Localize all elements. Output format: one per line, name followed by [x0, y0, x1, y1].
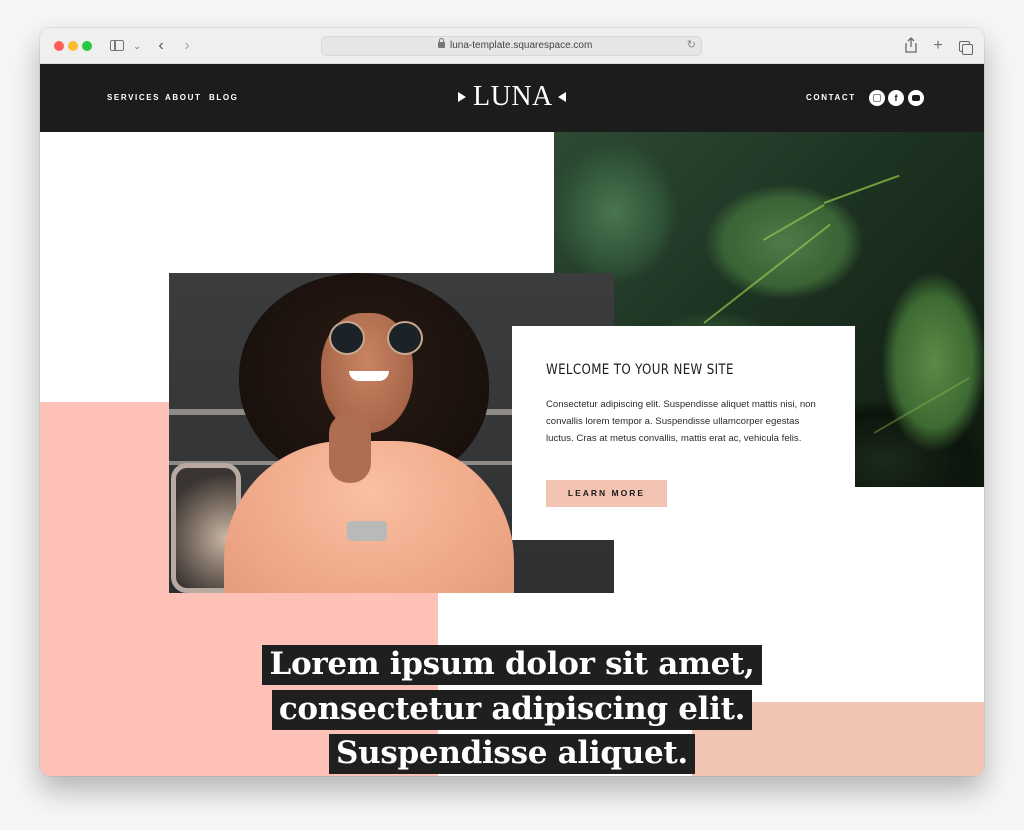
sidebar-icon[interactable] [110, 40, 124, 51]
nav-about[interactable]: ABOUT [165, 93, 201, 102]
headline-line-text: Lorem ipsum dolor sit amet, [262, 645, 762, 685]
sunglasses-lens-right [387, 321, 423, 355]
smile-shape [349, 371, 389, 381]
minimize-window-button[interactable] [68, 41, 78, 51]
close-window-button[interactable] [54, 41, 64, 51]
tab-overview-icon[interactable] [958, 36, 973, 56]
learn-more-button[interactable]: LEARN MORE [546, 480, 667, 507]
site-header: SERVICES ABOUT BLOG LUNA CONTACT f [40, 64, 984, 132]
welcome-body: Consectetur adipiscing elit. Suspendisse… [546, 399, 816, 444]
facebook-icon[interactable]: f [888, 90, 904, 106]
zoom-window-button[interactable] [82, 41, 92, 51]
hand-shape [329, 413, 371, 483]
nav-services[interactable]: SERVICES [107, 93, 160, 102]
wristwatch-shape [347, 521, 387, 541]
headline-line: Suspendisse aliquet. [40, 731, 984, 776]
headline-line: Lorem ipsum dolor sit amet, [40, 642, 984, 687]
site-logo[interactable]: LUNA [473, 81, 553, 113]
nav-contact[interactable]: CONTACT [806, 93, 856, 102]
chevron-down-icon[interactable]: ⌄ [132, 36, 142, 56]
leaf-vein [823, 174, 900, 204]
nav-blog[interactable]: BLOG [209, 93, 239, 102]
forward-arrow-icon[interactable]: › [180, 36, 194, 56]
page-content: WELCOME TO YOUR NEW SITE Consectetur adi… [40, 132, 984, 776]
hero-headline: Lorem ipsum dolor sit amet, consectetur … [40, 642, 984, 776]
instagram-icon[interactable] [869, 90, 885, 106]
logo-arrow-right-icon [558, 92, 566, 102]
headline-line: consectetur adipiscing elit. [40, 687, 984, 732]
new-tab-plus-icon[interactable]: + [931, 36, 945, 56]
back-arrow-icon[interactable]: ‹ [154, 36, 168, 56]
headline-line-text: Suspendisse aliquet. [329, 734, 695, 774]
sunglasses-lens-left [329, 321, 365, 355]
url-text[interactable]: luna-template.squarespace.com [450, 40, 592, 51]
reload-icon[interactable]: ↻ [687, 38, 696, 51]
lock-icon [438, 38, 445, 48]
browser-window: ⌄ ‹ › luna-template.squarespace.com ↻ + … [40, 28, 984, 776]
welcome-card: WELCOME TO YOUR NEW SITE Consectetur adi… [512, 326, 855, 540]
address-bar[interactable]: luna-template.squarespace.com ↻ [321, 36, 702, 56]
welcome-title: WELCOME TO YOUR NEW SITE [546, 362, 734, 378]
headline-line-text: consectetur adipiscing elit. [271, 689, 753, 730]
browser-toolbar: ⌄ ‹ › luna-template.squarespace.com ↻ + [40, 28, 984, 64]
share-icon[interactable] [904, 36, 918, 56]
youtube-icon[interactable] [908, 90, 924, 106]
leaf-vein [873, 377, 970, 434]
logo-arrow-left-icon [458, 92, 466, 102]
